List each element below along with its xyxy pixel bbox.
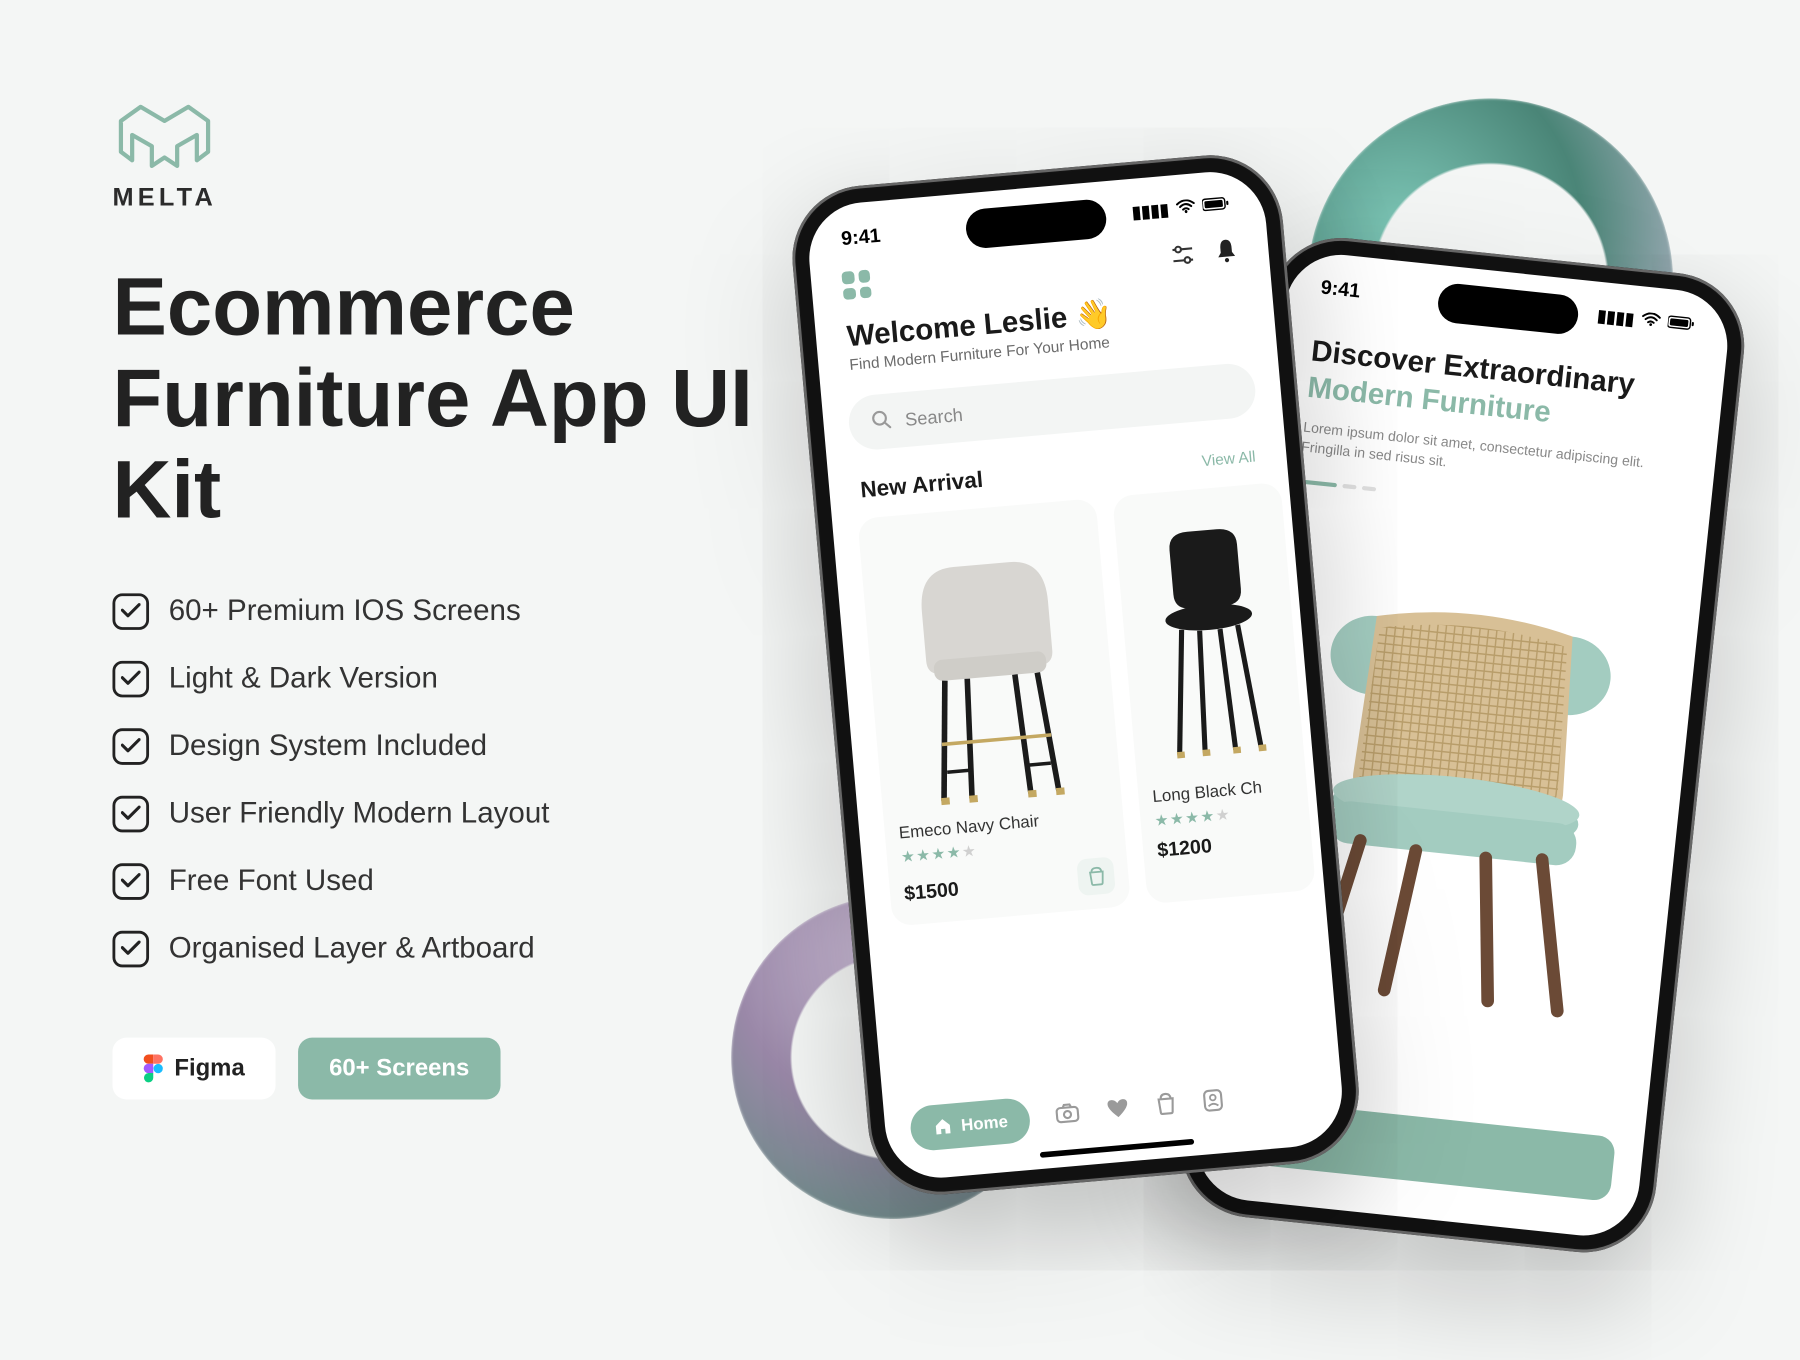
- search-placeholder: Search: [904, 404, 964, 430]
- check-icon: [112, 863, 149, 900]
- feature-text: Organised Layer & Artboard: [169, 932, 535, 966]
- nav-home[interactable]: Home: [909, 1097, 1032, 1152]
- nav-bag-icon[interactable]: [1155, 1091, 1179, 1124]
- check-icon: [112, 661, 149, 698]
- page-headline: Ecommerce Furniture App UI Kit: [112, 263, 787, 537]
- nav-heart-icon[interactable]: [1105, 1096, 1133, 1128]
- figma-icon: [143, 1054, 163, 1082]
- feature-item: Free Font Used: [112, 863, 787, 900]
- product-image: [873, 513, 1108, 812]
- phone-mockup-home: 9:41 ▮▮▮▮: [786, 149, 1364, 1200]
- feature-list: 60+ Premium IOS Screens Light & Dark Ver…: [112, 593, 787, 967]
- signal-icon: ▮▮▮▮: [1131, 200, 1170, 223]
- check-icon: [112, 796, 149, 833]
- bell-icon[interactable]: [1214, 237, 1239, 271]
- check-icon: [112, 931, 149, 968]
- nav-camera-icon[interactable]: [1054, 1100, 1082, 1132]
- feature-text: Light & Dark Version: [169, 662, 438, 696]
- wifi-icon: [1640, 310, 1662, 332]
- feature-text: 60+ Premium IOS Screens: [169, 595, 521, 629]
- feature-text: User Friendly Modern Layout: [169, 797, 550, 831]
- search-icon: [870, 409, 892, 435]
- nav-profile-icon[interactable]: [1201, 1086, 1226, 1120]
- product-price: $1500: [903, 877, 959, 904]
- bottom-nav: Home: [909, 1072, 1319, 1152]
- product-price: $1200: [1156, 834, 1212, 861]
- add-to-bag-button[interactable]: [1076, 857, 1116, 897]
- feature-text: Free Font Used: [169, 864, 374, 898]
- feature-item: Light & Dark Version: [112, 661, 787, 698]
- filter-icon[interactable]: [1169, 244, 1197, 273]
- figma-badge-label: Figma: [174, 1054, 244, 1082]
- nav-home-label: Home: [960, 1111, 1008, 1135]
- status-icons: ▮▮▮▮: [1596, 306, 1697, 336]
- status-time: 9:41: [840, 223, 881, 249]
- brand-logo: MELTA: [112, 98, 787, 212]
- feature-item: Organised Layer & Artboard: [112, 931, 787, 968]
- wifi-icon: [1175, 197, 1196, 218]
- signal-icon: ▮▮▮▮: [1596, 306, 1635, 329]
- status-time: 9:41: [1320, 275, 1362, 301]
- screens-badge: 60+ Screens: [298, 1037, 500, 1099]
- check-icon: [112, 593, 149, 630]
- feature-item: User Friendly Modern Layout: [112, 796, 787, 833]
- feature-item: Design System Included: [112, 728, 787, 765]
- feature-text: Design System Included: [169, 730, 487, 764]
- melta-logo-icon: [112, 98, 216, 174]
- section-title: New Arrival: [859, 469, 984, 505]
- view-all-link[interactable]: View All: [1201, 449, 1256, 471]
- menu-grid-icon[interactable]: [841, 270, 871, 300]
- status-icons: ▮▮▮▮: [1131, 194, 1231, 222]
- feature-item: 60+ Premium IOS Screens: [112, 593, 787, 630]
- battery-icon: [1202, 194, 1232, 216]
- product-card[interactable]: Emeco Navy Chair ★★★★★ $1500: [857, 498, 1131, 926]
- battery-icon: [1667, 313, 1697, 336]
- brand-name: MELTA: [112, 183, 787, 213]
- screens-badge-label: 60+ Screens: [329, 1054, 469, 1082]
- figma-badge: Figma: [112, 1037, 275, 1099]
- search-input[interactable]: Search: [847, 362, 1258, 452]
- product-image: [1127, 497, 1290, 775]
- home-indicator: [1040, 1139, 1195, 1158]
- check-icon: [112, 728, 149, 765]
- product-card[interactable]: Long Black Ch ★★★★★ $1200: [1112, 482, 1316, 904]
- home-icon: [932, 1116, 953, 1137]
